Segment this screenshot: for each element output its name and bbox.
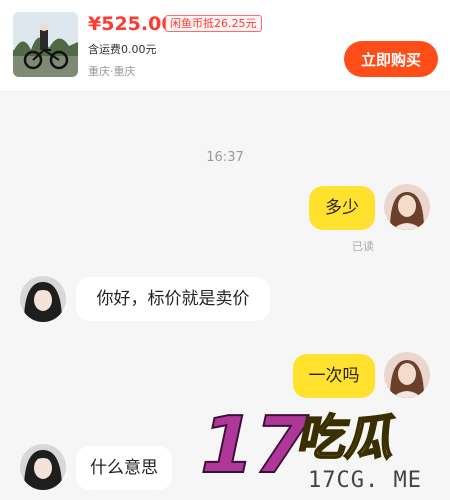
seller-avatar[interactable] (20, 276, 66, 322)
seller-location: 重庆·重庆 (88, 65, 136, 78)
product-thumbnail[interactable] (13, 12, 78, 77)
message-bubble-received[interactable]: 你好，标价就是卖价 (76, 277, 270, 321)
svg-text:吃瓜: 吃瓜 (294, 410, 402, 465)
shipping-fee: 含运费0.00元 (88, 43, 157, 56)
seller-avatar[interactable] (20, 444, 66, 490)
read-receipt: 已读 (352, 240, 374, 253)
message-bubble-sent[interactable]: 一次吗 (293, 354, 375, 398)
message-bubble-received[interactable]: 什么意思 (76, 446, 172, 490)
watermark-url: 17CG. ME (308, 468, 422, 493)
buy-now-button[interactable]: 立即购买 (344, 41, 438, 77)
product-price: ¥525.00 (88, 13, 175, 35)
seller-avatar-icon (20, 276, 66, 322)
svg-text:17: 17 (190, 400, 318, 491)
my-avatar[interactable] (384, 184, 430, 230)
product-card[interactable]: ¥525.00 闲鱼币抵26.25元 含运费0.00元 重庆·重庆 立即购买 (0, 0, 450, 92)
my-avatar[interactable] (384, 352, 430, 398)
message-bubble-sent[interactable]: 多少 (309, 186, 375, 230)
seller-avatar-icon (20, 444, 66, 490)
bicycle-photo-icon (13, 12, 78, 77)
user-avatar-icon (384, 184, 430, 230)
user-avatar-icon (384, 352, 430, 398)
chat-timestamp: 16:37 (206, 150, 244, 165)
coin-deduct-badge: 闲鱼币抵26.25元 (165, 15, 262, 32)
